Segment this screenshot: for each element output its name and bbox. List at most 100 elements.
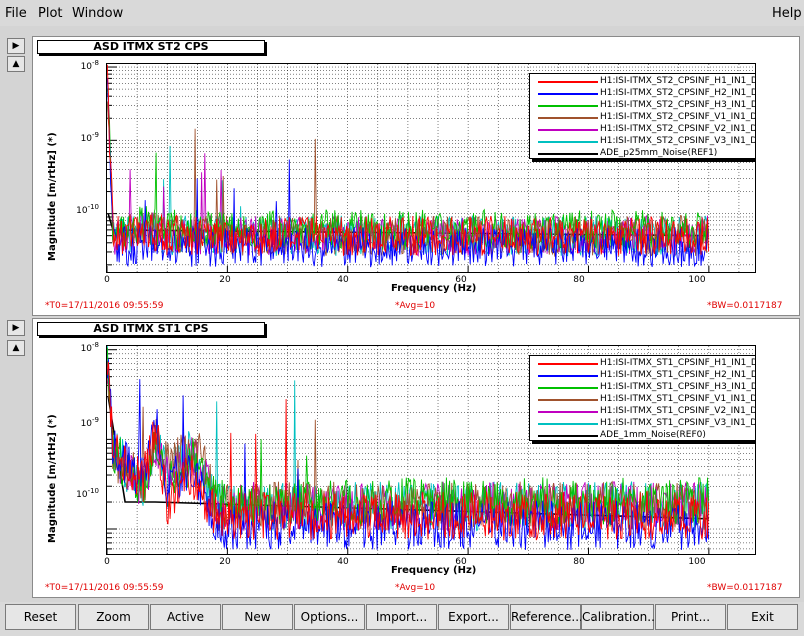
legend-swatch [538, 105, 598, 107]
reset-button[interactable]: Reset [5, 604, 76, 630]
active-button[interactable]: Active [150, 604, 221, 630]
y-tick-label: 10-9 [80, 416, 99, 429]
x-tick-label: 40 [337, 275, 349, 285]
plot-title: ASD ITMX ST2 CPS [37, 40, 265, 54]
legend-label: H1:ISI-ITMX_ST2_CPSINF_H2_IN1_DQ [600, 88, 756, 98]
t0-info: *T0=17/11/2016 09:55:59 [45, 583, 164, 593]
x-tick-label: 0 [104, 557, 110, 567]
import-button[interactable]: Import... [366, 604, 437, 630]
triangle-up-icon: ▲ [12, 343, 20, 353]
x-tick-label: 20 [219, 275, 231, 285]
legend-entry[interactable]: H1:ISI-ITMX_ST1_CPSINF_H3_IN1_DQ [530, 382, 756, 393]
plot-area[interactable]: H1:ISI-ITMX_ST2_CPSINF_H1_IN1_DQ H1:ISI-I… [106, 63, 756, 273]
y-tick-label: 10-8 [80, 59, 99, 72]
legend-label: H1:ISI-ITMX_ST2_CPSINF_V3_IN1_DQ [600, 136, 756, 146]
y-axis-label: Magnitude [m/rtHz] (*) [47, 414, 58, 543]
zoom-button[interactable]: Zoom [78, 604, 149, 630]
legend-label: H1:ISI-ITMX_ST2_CPSINF_V2_IN1_DQ [600, 124, 756, 134]
print-button[interactable]: Print... [655, 604, 726, 630]
expand-arrow-button[interactable]: ▶ [7, 38, 25, 54]
legend-swatch [538, 435, 598, 437]
legend-swatch [538, 129, 598, 131]
menu-plot[interactable]: Plot [38, 6, 63, 21]
legend-label: H1:ISI-ITMX_ST2_CPSINF_V1_IN1_DQ [600, 112, 756, 122]
menu-help[interactable]: Help [772, 6, 802, 21]
legend-label: H1:ISI-ITMX_ST2_CPSINF_H1_IN1_DQ [600, 76, 756, 86]
legend-label: ADE_1mm_Noise(REF0) [600, 430, 706, 440]
menu-bar: File Plot Window Help [0, 0, 804, 26]
x-tick-label: 20 [219, 557, 231, 567]
plot-area[interactable]: H1:ISI-ITMX_ST1_CPSINF_H1_IN1_DQ H1:ISI-I… [106, 345, 756, 555]
avg-info: *Avg=10 [395, 301, 436, 311]
x-tick-label: 0 [104, 275, 110, 285]
collapse-arrow-button[interactable]: ▲ [7, 56, 25, 72]
plot-panel-st1[interactable]: ASD ITMX ST1 CPS Magnitude [m/rtHz] (*) … [32, 318, 800, 598]
legend[interactable]: H1:ISI-ITMX_ST2_CPSINF_H1_IN1_DQ H1:ISI-I… [529, 73, 756, 159]
x-axis-label: Frequency (Hz) [391, 283, 477, 294]
legend-swatch [538, 81, 598, 83]
menu-window[interactable]: Window [72, 6, 123, 21]
legend-entry[interactable]: ADE_1mm_Noise(REF0) [530, 430, 755, 441]
legend-swatch [538, 141, 598, 143]
x-tick-label: 40 [337, 557, 349, 567]
legend-swatch [538, 399, 598, 401]
t0-info: *T0=17/11/2016 09:55:59 [45, 301, 164, 311]
legend-swatch [538, 363, 598, 365]
bw-info: *BW=0.0117187 [707, 583, 783, 593]
legend-label: H1:ISI-ITMX_ST1_CPSINF_H1_IN1_DQ [600, 358, 756, 368]
exit-button[interactable]: Exit [727, 604, 798, 630]
y-tick-label: 10-10 [76, 487, 99, 500]
legend-label: H1:ISI-ITMX_ST1_CPSINF_V2_IN1_DQ [600, 406, 756, 416]
legend[interactable]: H1:ISI-ITMX_ST1_CPSINF_H1_IN1_DQ H1:ISI-I… [529, 355, 756, 441]
legend-swatch [538, 153, 598, 155]
triangle-up-icon: ▲ [12, 59, 20, 69]
legend-swatch [538, 117, 598, 119]
legend-swatch [538, 387, 598, 389]
legend-label: H1:ISI-ITMX_ST1_CPSINF_V1_IN1_DQ [600, 394, 756, 404]
bw-info: *BW=0.0117187 [707, 301, 783, 311]
legend-label: H1:ISI-ITMX_ST1_CPSINF_V3_IN1_DQ [600, 418, 756, 428]
y-tick-label: 10-10 [76, 203, 99, 216]
legend-swatch [538, 375, 598, 377]
y-axis-label: Magnitude [m/rtHz] (*) [47, 132, 58, 261]
menu-file[interactable]: File [5, 6, 27, 21]
legend-entry[interactable]: H1:ISI-ITMX_ST2_CPSINF_H1_IN1_DQ [530, 76, 756, 87]
legend-entry[interactable]: H1:ISI-ITMX_ST1_CPSINF_H2_IN1_DQ [530, 370, 756, 381]
avg-info: *Avg=10 [395, 583, 436, 593]
y-tick-label: 10-9 [80, 131, 99, 144]
legend-entry[interactable]: H1:ISI-ITMX_ST2_CPSINF_V3_IN1_DQ [530, 136, 756, 147]
legend-entry[interactable]: H1:ISI-ITMX_ST1_CPSINF_V3_IN1_DQ [530, 418, 756, 429]
legend-entry[interactable]: H1:ISI-ITMX_ST2_CPSINF_H2_IN1_DQ [530, 88, 756, 99]
calibration-button[interactable]: Calibration... [581, 604, 659, 630]
y-tick-label: 10-8 [80, 341, 99, 354]
legend-label: H1:ISI-ITMX_ST1_CPSINF_H2_IN1_DQ [600, 370, 756, 380]
x-tick-label: 80 [573, 275, 585, 285]
legend-swatch [538, 93, 598, 95]
legend-entry[interactable]: ADE_p25mm_Noise(REF1) [530, 148, 755, 159]
x-tick-label: 80 [573, 557, 585, 567]
export-button[interactable]: Export... [438, 604, 509, 630]
triangle-right-icon: ▶ [12, 41, 20, 51]
legend-entry[interactable]: H1:ISI-ITMX_ST2_CPSINF_V1_IN1_DQ [530, 112, 756, 123]
options-button[interactable]: Options... [294, 604, 365, 630]
legend-swatch [538, 411, 598, 413]
expand-arrow-button-2[interactable]: ▶ [7, 320, 25, 336]
triangle-right-icon: ▶ [12, 323, 20, 333]
legend-entry[interactable]: H1:ISI-ITMX_ST2_CPSINF_V2_IN1_DQ [530, 124, 756, 135]
legend-label: H1:ISI-ITMX_ST1_CPSINF_H3_IN1_DQ [600, 382, 756, 392]
plot-panel-st2[interactable]: ASD ITMX ST2 CPS Magnitude [m/rtHz] (*) … [32, 36, 800, 316]
new-button[interactable]: New [222, 604, 293, 630]
legend-label: ADE_p25mm_Noise(REF1) [600, 148, 718, 158]
legend-entry[interactable]: H1:ISI-ITMX_ST2_CPSINF_H3_IN1_DQ [530, 100, 756, 111]
x-axis-label: Frequency (Hz) [391, 565, 477, 576]
legend-swatch [538, 423, 598, 425]
legend-entry[interactable]: H1:ISI-ITMX_ST1_CPSINF_H1_IN1_DQ [530, 358, 756, 369]
legend-label: H1:ISI-ITMX_ST2_CPSINF_H3_IN1_DQ [600, 100, 756, 110]
legend-entry[interactable]: H1:ISI-ITMX_ST1_CPSINF_V1_IN1_DQ [530, 394, 756, 405]
x-tick-label: 100 [688, 557, 706, 567]
button-bar: Reset Zoom Active New Options... Import.… [0, 602, 804, 636]
plot-title: ASD ITMX ST1 CPS [37, 322, 265, 336]
collapse-arrow-button-2[interactable]: ▲ [7, 340, 25, 356]
reference-button[interactable]: Reference... [510, 604, 583, 630]
legend-entry[interactable]: H1:ISI-ITMX_ST1_CPSINF_V2_IN1_DQ [530, 406, 756, 417]
